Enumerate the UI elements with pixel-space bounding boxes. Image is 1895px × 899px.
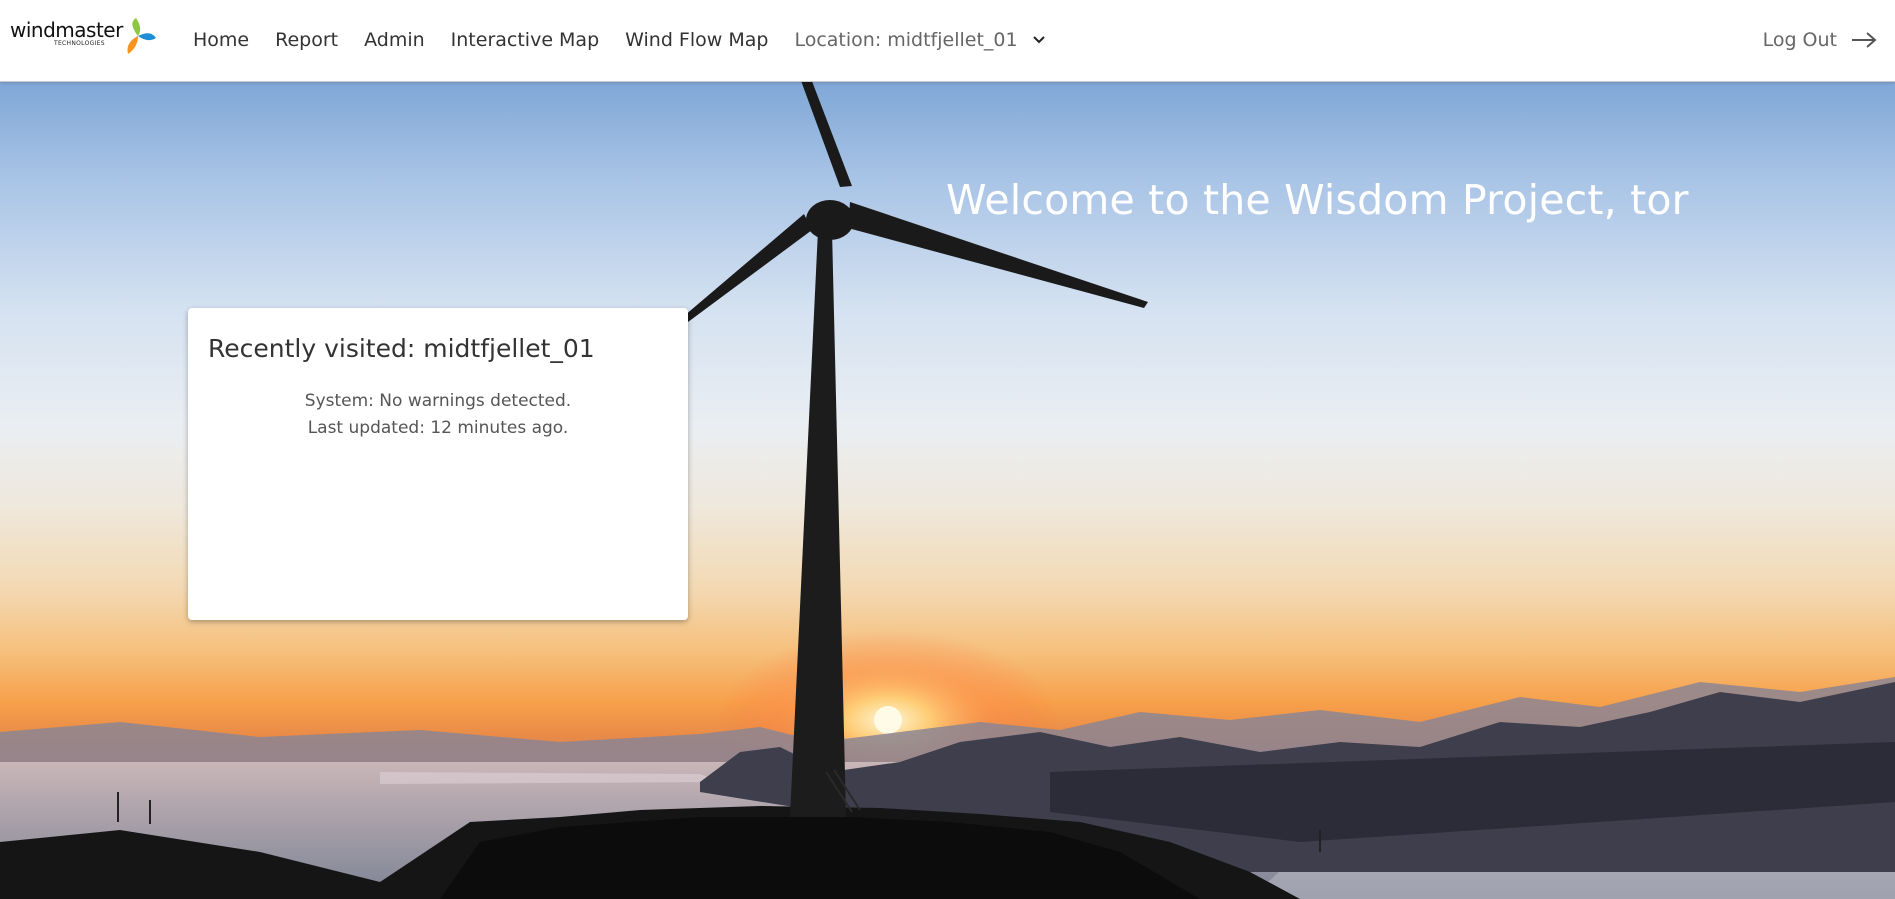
windmaster-logo[interactable]: windmaster TECHNOLOGIES bbox=[10, 16, 158, 58]
location-dropdown[interactable]: Location: midtfjellet_01 bbox=[794, 29, 1045, 51]
location-dropdown-label: Location: midtfjellet_01 bbox=[794, 29, 1018, 51]
welcome-heading: Welcome to the Wisdom Project, tor bbox=[946, 176, 1689, 224]
top-navbar: windmaster TECHNOLOGIES Home Report Admi… bbox=[0, 0, 1895, 82]
logout-button[interactable]: Log Out bbox=[1763, 0, 1877, 80]
chevron-down-icon bbox=[1032, 36, 1045, 44]
last-updated-text: Last updated: 12 minutes ago. bbox=[307, 418, 569, 438]
nav-report[interactable]: Report bbox=[275, 29, 338, 51]
logout-label: Log Out bbox=[1762, 29, 1837, 51]
main-nav: Home Report Admin Interactive Map Wind F… bbox=[193, 0, 1046, 80]
system-status-text: System: No warnings detected. bbox=[304, 391, 572, 411]
logo-tagline: TECHNOLOGIES bbox=[54, 40, 105, 47]
nav-wind-flow-map[interactable]: Wind Flow Map bbox=[625, 29, 768, 51]
arrow-right-icon bbox=[1852, 32, 1877, 48]
logo-wordmark: windmaster bbox=[10, 18, 123, 42]
logo-mark-icon bbox=[127, 18, 156, 54]
nav-interactive-map[interactable]: Interactive Map bbox=[451, 29, 599, 51]
recent-site-card[interactable]: Recently visited: midtfjellet_01 System:… bbox=[188, 308, 688, 620]
nav-home[interactable]: Home bbox=[193, 29, 249, 51]
card-title: Recently visited: midtfjellet_01 bbox=[208, 334, 595, 363]
hero-background: Welcome to the Wisdom Project, tor Recen… bbox=[0, 82, 1895, 899]
nav-admin[interactable]: Admin bbox=[364, 29, 425, 51]
